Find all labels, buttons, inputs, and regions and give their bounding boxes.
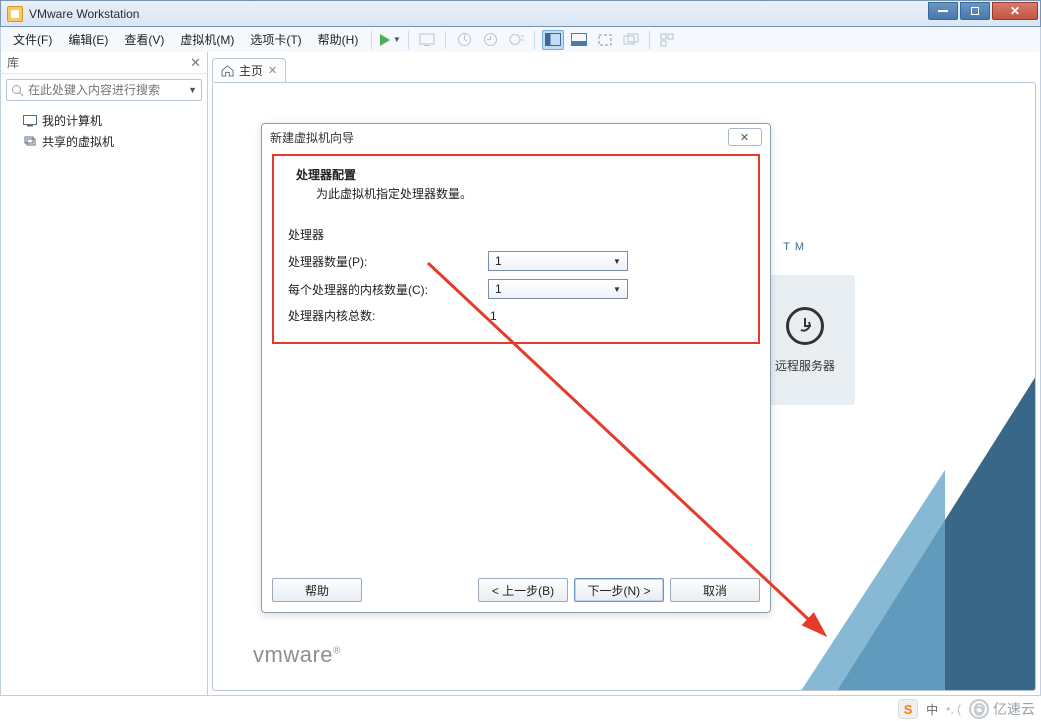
new-vm-wizard-dialog: 新建虚拟机向导 ✕ 处理器配置 为此虚拟机指定处理器数量。 处理器 处理器数量(… bbox=[261, 123, 771, 613]
processors-group-header: 处理器 bbox=[288, 226, 744, 243]
window-controls: ✕ bbox=[926, 2, 1038, 20]
separator bbox=[534, 31, 535, 49]
monitor-icon bbox=[419, 33, 435, 47]
screenshot-button[interactable] bbox=[416, 30, 438, 50]
grid-icon bbox=[660, 33, 676, 47]
separator bbox=[371, 31, 372, 49]
menu-view[interactable]: 查看(V) bbox=[116, 28, 172, 51]
app-icon bbox=[7, 6, 23, 22]
titlebar: VMware Workstation ✕ bbox=[0, 0, 1041, 27]
yisu-icon bbox=[969, 699, 989, 719]
layout-bottom-icon bbox=[571, 33, 587, 46]
tree-item-my-computer[interactable]: 我的计算机 bbox=[5, 110, 203, 131]
separator bbox=[649, 31, 650, 49]
chevron-down-icon: ▼ bbox=[610, 283, 624, 295]
processors-count-select[interactable]: 1 ▼ bbox=[488, 251, 628, 271]
clock-icon bbox=[457, 32, 472, 47]
window-title: VMware Workstation bbox=[29, 7, 139, 21]
wizard-cancel-button[interactable]: 取消 bbox=[670, 578, 760, 602]
play-icon bbox=[380, 34, 390, 46]
tree-item-label: 共享的虚拟机 bbox=[42, 133, 114, 150]
tab-home[interactable]: 主页 ✕ bbox=[212, 58, 286, 82]
power-on-button[interactable]: ▼ bbox=[379, 30, 401, 50]
vmware-logo: vmware® bbox=[253, 642, 341, 668]
maximize-button[interactable] bbox=[960, 2, 990, 20]
wizard-close-button[interactable]: ✕ bbox=[728, 128, 762, 146]
snapshot-take-button[interactable] bbox=[453, 30, 475, 50]
view-thumbnail-button[interactable] bbox=[542, 30, 564, 50]
card-label: 远程服务器 bbox=[775, 357, 835, 374]
library-close-icon[interactable]: ✕ bbox=[190, 55, 201, 71]
search-icon bbox=[11, 84, 24, 97]
total-cores-value: 1 bbox=[490, 309, 497, 323]
unity-icon bbox=[623, 33, 639, 47]
computer-icon bbox=[23, 115, 37, 127]
library-search-input[interactable] bbox=[28, 83, 188, 97]
wizard-title: 新建虚拟机向导 bbox=[270, 129, 728, 146]
trademark-label: T M bbox=[783, 241, 805, 253]
layout-sidebar-icon bbox=[545, 33, 561, 46]
snapshot-revert-button[interactable] bbox=[479, 30, 501, 50]
wizard-back-button[interactable]: < 上一步(B) bbox=[478, 578, 568, 602]
screenshot-watermark: S 中 •, ( 亿速云 bbox=[892, 697, 1041, 721]
clock-list-icon bbox=[509, 32, 524, 47]
chevron-down-icon: ▼ bbox=[393, 34, 401, 46]
menu-edit[interactable]: 编辑(E) bbox=[60, 28, 116, 51]
decoration-triangle bbox=[795, 470, 945, 691]
tab-label: 主页 bbox=[239, 62, 263, 79]
fullscreen-button[interactable] bbox=[594, 30, 616, 50]
library-toggle-button[interactable] bbox=[657, 30, 679, 50]
wizard-next-button[interactable]: 下一步(N) > bbox=[574, 578, 664, 602]
yisu-watermark: 亿速云 bbox=[969, 699, 1035, 719]
home-icon bbox=[221, 65, 234, 77]
separator bbox=[445, 31, 446, 49]
tree-item-label: 我的计算机 bbox=[42, 112, 102, 129]
menu-file[interactable]: 文件(F) bbox=[5, 28, 60, 51]
menu-tabs[interactable]: 选项卡(T) bbox=[242, 28, 309, 51]
processors-count-label: 处理器数量(P): bbox=[288, 253, 488, 270]
wizard-section-title: 处理器配置 bbox=[296, 166, 744, 183]
library-header: 库 bbox=[7, 54, 190, 71]
library-tree: 我的计算机 共享的虚拟机 bbox=[1, 106, 207, 156]
snapshot-manager-button[interactable] bbox=[505, 30, 527, 50]
view-console-button[interactable] bbox=[568, 30, 590, 50]
fullscreen-icon bbox=[597, 33, 613, 47]
minimize-button[interactable] bbox=[928, 2, 958, 20]
menu-vm[interactable]: 虚拟机(M) bbox=[172, 28, 242, 51]
menu-help[interactable]: 帮助(H) bbox=[310, 28, 367, 51]
library-search-box[interactable]: ▼ bbox=[6, 79, 202, 101]
cores-per-processor-label: 每个处理器的内核数量(C): bbox=[288, 281, 488, 298]
ime-indicator: 中 bbox=[926, 701, 938, 718]
close-button[interactable]: ✕ bbox=[992, 2, 1038, 20]
tree-item-shared-vms[interactable]: 共享的虚拟机 bbox=[5, 131, 203, 152]
wizard-section-subtitle: 为此虚拟机指定处理器数量。 bbox=[316, 185, 744, 202]
clock-back-icon bbox=[483, 32, 498, 47]
shared-icon bbox=[23, 136, 37, 148]
connect-icon bbox=[786, 307, 824, 345]
unity-button[interactable] bbox=[620, 30, 642, 50]
tab-close-icon[interactable]: ✕ bbox=[268, 64, 277, 77]
select-value: 1 bbox=[495, 254, 502, 268]
wizard-highlight-box: 处理器配置 为此虚拟机指定处理器数量。 处理器 处理器数量(P): 1 ▼ 每个… bbox=[272, 154, 760, 344]
chevron-down-icon: ▼ bbox=[610, 255, 624, 267]
select-value: 1 bbox=[495, 282, 502, 296]
cores-per-processor-select[interactable]: 1 ▼ bbox=[488, 279, 628, 299]
separator bbox=[408, 31, 409, 49]
home-pane: T M 远程服务器 vmware® 新建虚拟机向导 ✕ 处理器配置 bbox=[212, 82, 1036, 691]
total-cores-label: 处理器内核总数: bbox=[288, 307, 488, 324]
sogou-icon: S bbox=[898, 699, 918, 719]
library-sidebar: 库 ✕ ▼ 我的计算机 共享的虚拟机 bbox=[1, 52, 208, 695]
chevron-down-icon[interactable]: ▼ bbox=[188, 85, 197, 95]
menubar: 文件(F) 编辑(E) 查看(V) 虚拟机(M) 选项卡(T) 帮助(H) ▼ bbox=[0, 27, 1041, 52]
tabbar: 主页 ✕ bbox=[208, 56, 1040, 82]
main-area: 主页 ✕ T M 远程服务器 vmware® 新建虚拟机向导 ✕ bbox=[208, 52, 1040, 695]
wizard-help-button[interactable]: 帮助 bbox=[272, 578, 362, 602]
